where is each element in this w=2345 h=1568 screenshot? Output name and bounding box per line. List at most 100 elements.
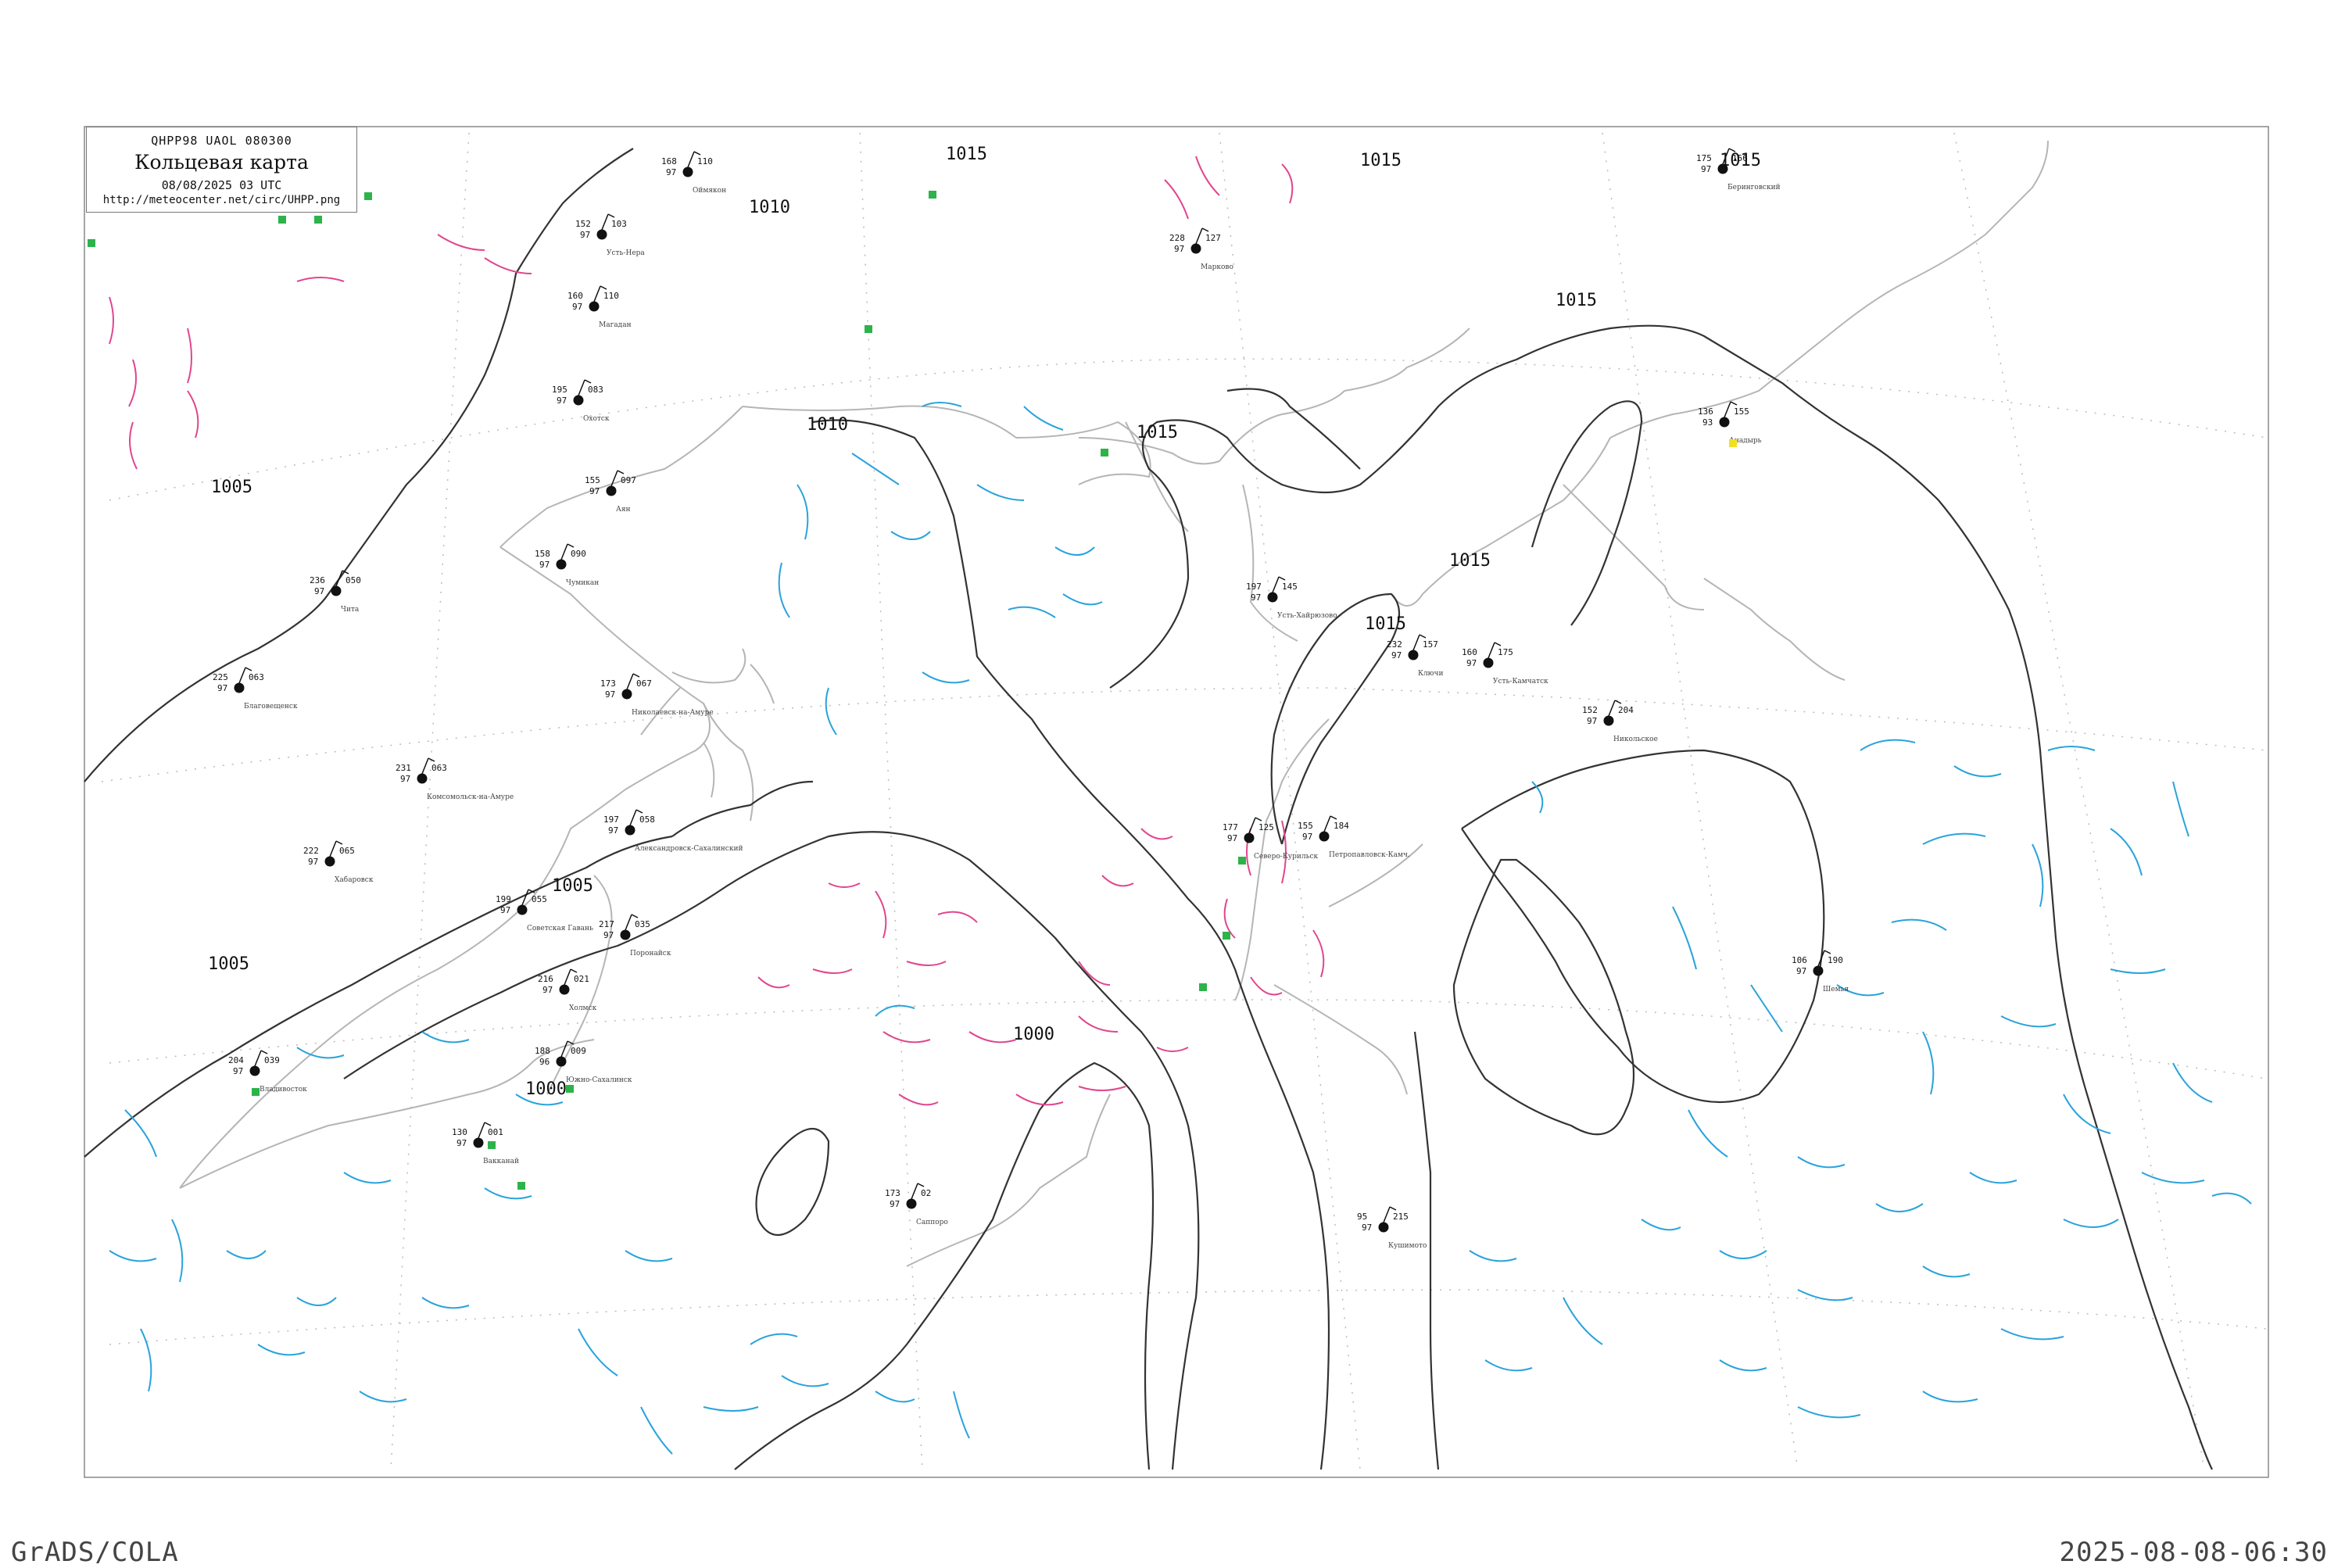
- wind-barb: [687, 151, 695, 168]
- wind-barb: [329, 840, 337, 857]
- station-dewpoint: 97: [1227, 833, 1237, 843]
- wind-barb: [625, 914, 632, 931]
- station-model: 21797 035 Поронайск: [599, 914, 671, 958]
- footer-software: GrADS/COLA: [11, 1537, 179, 1568]
- station-name: Ключи: [1418, 670, 1443, 678]
- isobar-ring: [1461, 749, 1825, 1104]
- station-temperature: 177: [1223, 822, 1238, 832]
- wind-barb-feather: [245, 667, 252, 671]
- station-name: Александровск-Сахалинский: [635, 845, 743, 853]
- station-circle: [573, 395, 584, 406]
- station-temperature: 228: [1169, 233, 1185, 243]
- station-circle: [1244, 832, 1255, 843]
- station-pressure: 127: [1205, 233, 1221, 243]
- station-name: Охотск: [583, 415, 610, 423]
- wind-barb-feather: [1255, 817, 1262, 822]
- isobar-1015-inner: [1531, 400, 1643, 626]
- station-model: 22597 063 Благовещенск: [213, 667, 298, 711]
- wind-barb-feather: [584, 379, 592, 384]
- station-dewpoint: 97: [1587, 716, 1597, 726]
- station-model: 15897 090 Чумикан: [535, 543, 599, 587]
- station-temperature: 158: [535, 549, 550, 559]
- station-name: Благовещенск: [244, 703, 298, 711]
- station-circle: [682, 166, 693, 177]
- isobar-label: 1000: [1013, 1025, 1054, 1044]
- wind-barb: [593, 285, 601, 303]
- station-name: Чумикан: [566, 579, 599, 587]
- station-temperature: 197: [1246, 582, 1262, 592]
- station-name: Хабаровск: [335, 875, 374, 884]
- station-pressure: 090: [571, 549, 586, 559]
- station-name: Николаевск-на-Амуре: [632, 709, 714, 717]
- station-pressure: 063: [431, 763, 447, 773]
- station-dewpoint: 97: [1174, 244, 1184, 254]
- isobar-label: 1005: [211, 478, 252, 497]
- green-marker: [929, 191, 936, 199]
- station-model: 9597 215 Кушимото: [1357, 1206, 1427, 1250]
- station-plots: 16897110Оймякон15297103Усть-Нера16097110…: [213, 148, 1849, 1250]
- station-dewpoint: 97: [1701, 164, 1711, 174]
- station-temperature: 195: [552, 385, 567, 395]
- station-temperature: 225: [213, 672, 228, 682]
- isobar-label: 1015: [1556, 291, 1597, 310]
- isobars: [84, 148, 2213, 1470]
- station-circle: [1603, 715, 1614, 726]
- station-temperature: 106: [1792, 955, 1807, 965]
- station-name: Никольское: [1613, 736, 1658, 743]
- station-temperature: 199: [496, 894, 511, 904]
- green-marker: [252, 1088, 260, 1096]
- isobar-1015-a: [1226, 388, 1361, 470]
- wind-barb: [564, 968, 571, 986]
- wind-barb-feather: [567, 543, 575, 548]
- station-dewpoint: 97: [217, 683, 227, 693]
- station-pressure: 001: [488, 1127, 503, 1137]
- station-temperature: 231: [396, 763, 411, 773]
- station-circle: [906, 1198, 917, 1209]
- green-marker: [1223, 932, 1230, 940]
- station-pressure: 097: [621, 475, 636, 485]
- station-dewpoint: 97: [314, 586, 324, 596]
- wind-barb: [560, 543, 568, 560]
- station-pressure: 110: [603, 291, 619, 301]
- station-circle: [473, 1137, 484, 1148]
- wind-barb-feather: [600, 285, 607, 290]
- station-circle: [249, 1065, 260, 1076]
- station-circle: [606, 485, 617, 496]
- wind-barb-feather: [607, 213, 615, 218]
- station-circle: [559, 984, 570, 995]
- station-pressure: 035: [635, 919, 650, 929]
- station-model: 19797 058 Александровск-Сахалинский: [603, 809, 743, 853]
- station-pressure: 065: [339, 846, 355, 856]
- station-name: Усть-Нера: [607, 249, 645, 257]
- wind-barb: [911, 1183, 918, 1200]
- green-marker: [488, 1141, 496, 1149]
- station-name: Беринговский: [1727, 184, 1781, 192]
- station-model: 23297 157 Ключи: [1387, 634, 1443, 678]
- wind-barb: [1724, 401, 1731, 418]
- station-pressure: 067: [636, 678, 652, 689]
- station-model: 21697 021 Холмск: [538, 968, 597, 1012]
- station-temperature: 232: [1387, 639, 1402, 650]
- station-name: Холмск: [569, 1004, 597, 1012]
- station-dewpoint: 97: [890, 1199, 900, 1209]
- station-name: Шемья: [1823, 986, 1849, 993]
- station-temperature: 222: [303, 846, 319, 856]
- station-circle: [417, 773, 428, 784]
- station-pressure: 204: [1618, 705, 1634, 715]
- station-model: 23197 063 Комсомольск-на-Амуре: [396, 757, 514, 801]
- station-dewpoint: 97: [233, 1066, 243, 1076]
- station-dewpoint: 97: [605, 689, 615, 700]
- station-temperature: 155: [585, 475, 600, 485]
- station-name: Северо-Курильск: [1254, 853, 1319, 861]
- station-temperature: 155: [1298, 821, 1313, 831]
- station-temperature: 173: [600, 678, 616, 689]
- station-model: 16097 175 Усть-Камчатск: [1462, 642, 1548, 686]
- station-circle: [1319, 831, 1330, 842]
- station-temperature: 130: [452, 1127, 467, 1137]
- station-temperature: 168: [661, 156, 677, 166]
- wind-barb: [1412, 634, 1420, 651]
- station-name: Поронайск: [630, 950, 671, 958]
- station-dewpoint: 97: [1391, 650, 1402, 660]
- station-model: 15297 204 Никольское: [1582, 700, 1658, 743]
- station-circle: [331, 585, 342, 596]
